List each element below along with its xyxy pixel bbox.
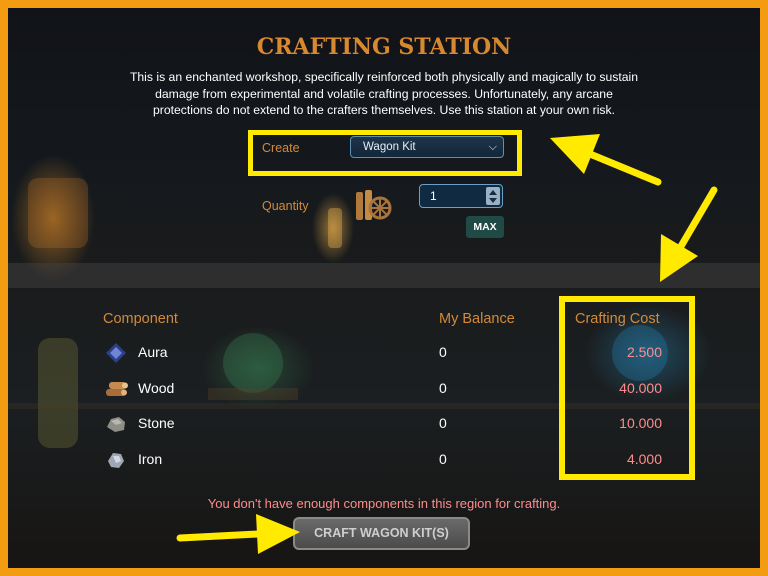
arrow-to-create-icon xyxy=(550,134,662,186)
arrow-to-craft-icon xyxy=(176,514,300,554)
crafting-station-panel: CRAFTING STATION This is an enchanted wo… xyxy=(8,8,760,568)
annotation-arrows xyxy=(176,134,718,554)
arrow-to-cost-icon xyxy=(660,186,718,282)
